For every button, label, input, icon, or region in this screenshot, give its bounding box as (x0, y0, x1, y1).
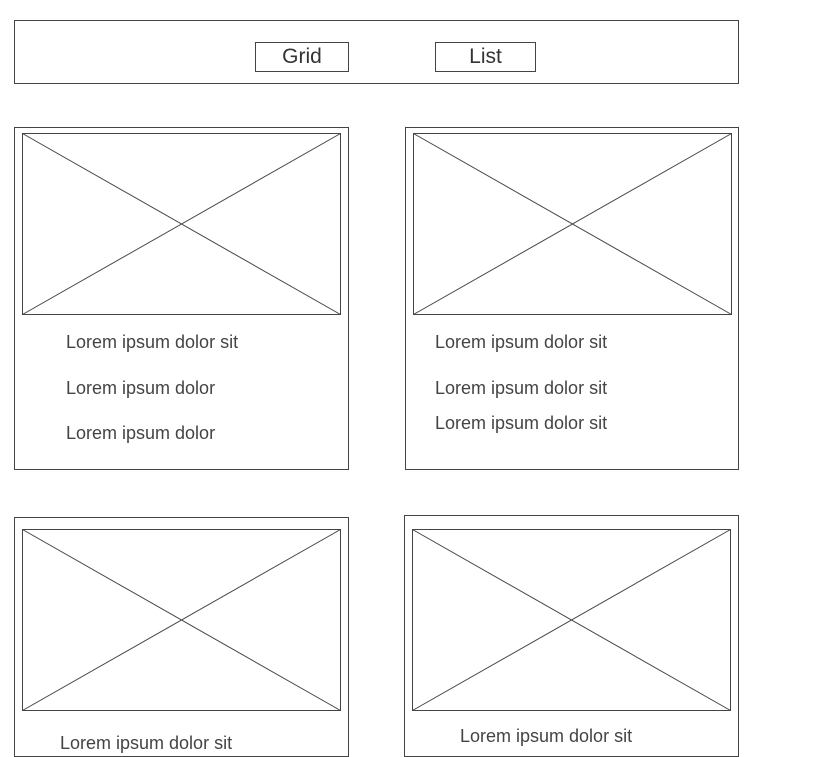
card[interactable]: Lorem ipsum dolor sit (404, 515, 739, 757)
image-placeholder-icon (413, 133, 732, 315)
card[interactable]: Lorem ipsum dolor sit Lorem ipsum dolor … (405, 127, 739, 470)
card-text-line: Lorem ipsum dolor sit (435, 413, 608, 433)
card-text-line: Lorem ipsum dolor sit (435, 378, 608, 398)
image-placeholder-icon (412, 529, 731, 711)
image-placeholder-icon (22, 133, 341, 315)
card-text-line: Lorem ipsum dolor sit (60, 733, 233, 753)
card-text-line: Lorem ipsum dolor sit (460, 726, 633, 746)
card-text-line: Lorem ipsum dolor sit (66, 332, 239, 352)
card[interactable]: Lorem ipsum dolor sit (14, 517, 349, 757)
grid-view-button[interactable]: Grid (255, 42, 349, 72)
card-text-line: Lorem ipsum dolor sit (435, 332, 608, 352)
list-view-button[interactable]: List (435, 42, 536, 72)
view-toggle-toolbar: Grid List (14, 20, 739, 84)
card-text-line: Lorem ipsum dolor (66, 378, 216, 398)
image-placeholder-icon (22, 529, 341, 711)
card-text-line: Lorem ipsum dolor (66, 423, 216, 443)
card[interactable]: Lorem ipsum dolor sit Lorem ipsum dolor … (14, 127, 349, 470)
